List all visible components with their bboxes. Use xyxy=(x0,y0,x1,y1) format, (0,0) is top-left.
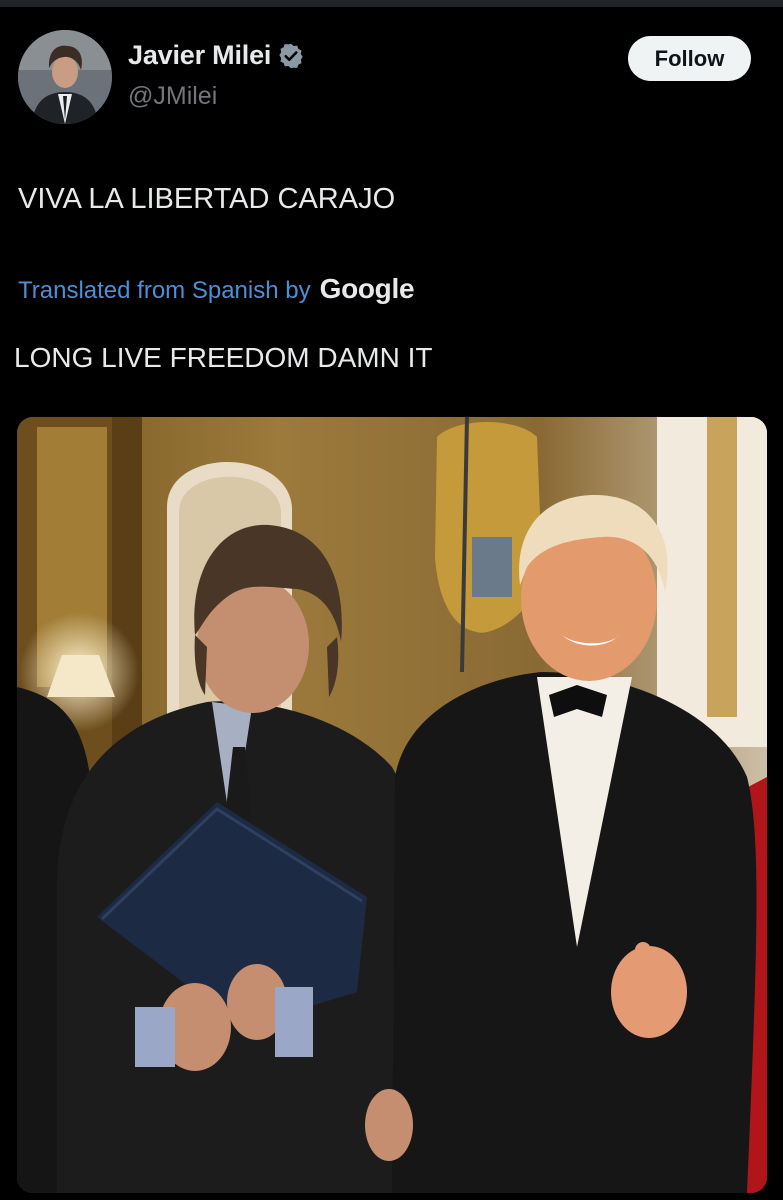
tweet-text: VIVA LA LIBERTAD CARAJO xyxy=(18,183,396,215)
display-name[interactable]: Javier Milei xyxy=(128,40,271,71)
translation-attribution: Translated from Spanish by Google xyxy=(18,273,415,305)
translated-text: LONG LIVE FREEDOM DAMN IT xyxy=(14,342,433,373)
translation-link[interactable]: Translated from Spanish by xyxy=(18,277,311,305)
top-divider xyxy=(0,0,783,7)
follow-button[interactable]: Follow xyxy=(628,36,751,81)
author-name-row: Javier Milei xyxy=(128,40,305,71)
avatar[interactable] xyxy=(18,30,112,124)
tweet-photo[interactable] xyxy=(17,417,767,1193)
google-logo: Google xyxy=(319,273,415,304)
verified-badge-icon[interactable] xyxy=(277,42,305,70)
handle[interactable]: @JMilei xyxy=(128,82,217,111)
